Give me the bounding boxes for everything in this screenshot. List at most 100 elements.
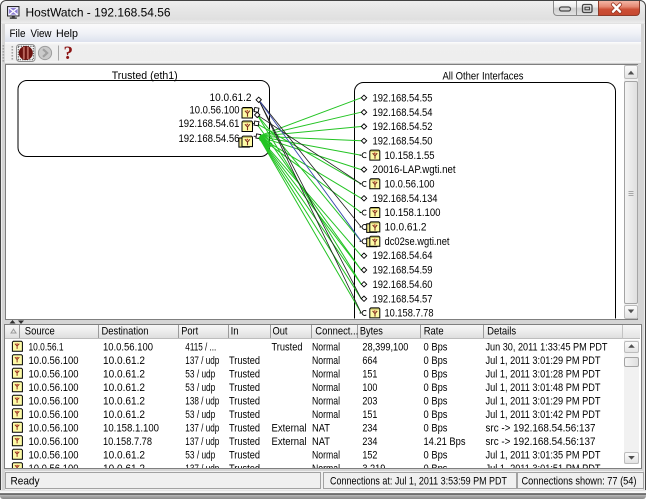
svg-text:192.168.54.54: 192.168.54.54 <box>373 107 433 119</box>
svg-text:Jun 30, 2011 1:33:45 PM PDT: Jun 30, 2011 1:33:45 PM PDT <box>486 342 608 354</box>
svg-text:10.0.61.2: 10.0.61.2 <box>103 409 145 421</box>
svg-text:234: 234 <box>362 436 377 448</box>
svg-text:Connect...: Connect... <box>315 326 358 338</box>
svg-text:53 / udp: 53 / udp <box>185 450 215 462</box>
svg-text:10.0.56.1: 10.0.56.1 <box>29 342 64 354</box>
svg-text:src -> 192.168.54.56:137: src -> 192.168.54.56:137 <box>486 423 596 435</box>
svg-text:10.0.56.100: 10.0.56.100 <box>29 423 79 435</box>
svg-text:Ready: Ready <box>11 476 40 488</box>
svg-text:dc02se.wgti.net: dc02se.wgti.net <box>385 236 450 248</box>
svg-text:10.0.61.2: 10.0.61.2 <box>385 222 427 234</box>
svg-text:Trusted: Trusted <box>229 369 260 381</box>
svg-text:137 / udp: 137 / udp <box>185 355 219 367</box>
svg-text:External: External <box>272 423 307 435</box>
svg-text:192.168.54.57: 192.168.54.57 <box>373 293 433 305</box>
svg-text:Trusted: Trusted <box>229 423 260 435</box>
svg-text:Trusted: Trusted <box>229 355 260 367</box>
svg-text:3,219: 3,219 <box>362 463 385 468</box>
svg-text:10.0.56.100: 10.0.56.100 <box>103 342 153 354</box>
svg-text:Destination: Destination <box>102 326 149 338</box>
svg-text:Normal: Normal <box>312 355 340 367</box>
svg-text:234: 234 <box>362 423 377 435</box>
svg-text:Jul 1, 2011 3:01:29 PM PDT: Jul 1, 2011 3:01:29 PM PDT <box>486 355 601 367</box>
svg-text:10.158.1.100: 10.158.1.100 <box>385 207 441 219</box>
svg-text:192.168.54.59: 192.168.54.59 <box>373 265 433 277</box>
svg-text:10.0.61.2: 10.0.61.2 <box>103 382 145 394</box>
svg-text:10.0.56.100: 10.0.56.100 <box>29 450 79 462</box>
svg-text:192.168.54.134: 192.168.54.134 <box>373 193 438 205</box>
svg-text:10.158.7.78: 10.158.7.78 <box>103 436 152 448</box>
svg-text:100: 100 <box>362 382 377 394</box>
svg-text:14.21 Bps: 14.21 Bps <box>424 436 466 448</box>
svg-text:Connections shown: 77 (54): Connections shown: 77 (54) <box>522 476 637 488</box>
svg-text:Port: Port <box>181 326 198 338</box>
svg-text:Jul 1, 2011 3:01:51 PM PDT: Jul 1, 2011 3:01:51 PM PDT <box>486 463 601 468</box>
svg-text:0 Bps: 0 Bps <box>424 423 448 435</box>
svg-text:53 / udp: 53 / udp <box>185 382 215 394</box>
svg-text:Trusted: Trusted <box>272 342 303 354</box>
svg-text:Rate: Rate <box>424 326 444 338</box>
svg-text:10.0.61.2: 10.0.61.2 <box>103 396 145 408</box>
svg-text:4115 / ...: 4115 / ... <box>185 342 216 354</box>
svg-text:10.0.56.100: 10.0.56.100 <box>385 179 435 191</box>
svg-text:10.158.1.55: 10.158.1.55 <box>385 150 435 162</box>
svg-text:10.0.56.100: 10.0.56.100 <box>29 382 79 394</box>
svg-text:Jul 1, 2011 3:01:48 PM PDT: Jul 1, 2011 3:01:48 PM PDT <box>486 382 601 394</box>
svg-text:137 / udp: 137 / udp <box>185 436 219 448</box>
svg-text:Trusted (eth1): Trusted (eth1) <box>112 70 178 82</box>
svg-text:Normal: Normal <box>312 409 340 421</box>
svg-text:20016-LAP.wgti.net: 20016-LAP.wgti.net <box>373 164 456 176</box>
svg-text:Connections at: Jul 1, 2011 3:: Connections at: Jul 1, 2011 3:53:59 PM P… <box>330 476 507 488</box>
svg-text:Normal: Normal <box>312 450 340 462</box>
svg-text:192.168.54.55: 192.168.54.55 <box>373 92 433 104</box>
svg-text:10.0.56.100: 10.0.56.100 <box>29 355 79 367</box>
svg-text:10.0.61.2: 10.0.61.2 <box>210 92 252 104</box>
svg-text:Trusted: Trusted <box>229 382 260 394</box>
svg-text:28,399,100: 28,399,100 <box>362 342 408 354</box>
svg-text:All Other Interfaces: All Other Interfaces <box>443 71 524 83</box>
svg-text:53 / udp: 53 / udp <box>185 409 215 421</box>
svg-text:Jul 1, 2011 3:01:28 PM PDT: Jul 1, 2011 3:01:28 PM PDT <box>486 369 601 381</box>
svg-text:10.158.7.78: 10.158.7.78 <box>385 308 434 320</box>
svg-text:151: 151 <box>362 409 377 421</box>
svg-text:0 Bps: 0 Bps <box>424 463 448 468</box>
svg-text:664: 664 <box>362 355 377 367</box>
svg-text:Normal: Normal <box>312 342 340 354</box>
svg-text:Trusted: Trusted <box>229 436 260 448</box>
svg-text:Trusted: Trusted <box>229 409 260 421</box>
svg-text:152: 152 <box>362 450 377 462</box>
svg-text:192.168.54.61: 192.168.54.61 <box>179 118 240 130</box>
svg-text:Normal: Normal <box>312 463 340 468</box>
svg-text:138 / udp: 138 / udp <box>185 396 219 408</box>
svg-text:Normal: Normal <box>312 382 340 394</box>
svg-text:192.168.54.64: 192.168.54.64 <box>373 250 433 262</box>
svg-text:0 Bps: 0 Bps <box>424 409 448 421</box>
svg-text:Trusted: Trusted <box>229 463 260 468</box>
svg-text:10.0.56.100: 10.0.56.100 <box>29 463 79 468</box>
svg-text:10.158.1.100: 10.158.1.100 <box>103 423 159 435</box>
svg-text:In: In <box>231 326 239 338</box>
svg-text:Jul 1, 2011 3:01:35 PM PDT: Jul 1, 2011 3:01:35 PM PDT <box>486 450 601 462</box>
svg-text:203: 203 <box>362 396 377 408</box>
svg-text:Normal: Normal <box>312 369 340 381</box>
svg-text:192.168.54.50: 192.168.54.50 <box>373 135 433 147</box>
svg-text:Jul 1, 2011 3:01:29 PM PDT: Jul 1, 2011 3:01:29 PM PDT <box>486 396 601 408</box>
svg-text:Jul 1, 2011 3:01:42 PM PDT: Jul 1, 2011 3:01:42 PM PDT <box>486 409 601 421</box>
svg-text:Bytes: Bytes <box>360 326 383 338</box>
svg-text:10.0.56.100: 10.0.56.100 <box>29 369 79 381</box>
svg-text:10.0.56.100: 10.0.56.100 <box>29 436 79 448</box>
svg-text:10.0.56.100: 10.0.56.100 <box>29 396 79 408</box>
svg-text:Trusted: Trusted <box>229 396 260 408</box>
svg-text:0 Bps: 0 Bps <box>424 382 448 394</box>
svg-text:0 Bps: 0 Bps <box>424 369 448 381</box>
svg-text:0 Bps: 0 Bps <box>424 396 448 408</box>
svg-text:src -> 192.168.54.56:137: src -> 192.168.54.56:137 <box>486 436 596 448</box>
svg-text:Source: Source <box>25 326 55 338</box>
svg-text:192.168.54.52: 192.168.54.52 <box>373 121 433 133</box>
svg-text:192.168.54.60: 192.168.54.60 <box>373 279 433 291</box>
svg-text:151: 151 <box>362 369 377 381</box>
svg-text:137 / udp: 137 / udp <box>185 463 219 468</box>
svg-text:10.0.61.2: 10.0.61.2 <box>103 450 145 462</box>
svg-text:53 / udp: 53 / udp <box>185 369 215 381</box>
svg-text:10.0.56.100: 10.0.56.100 <box>190 105 240 117</box>
